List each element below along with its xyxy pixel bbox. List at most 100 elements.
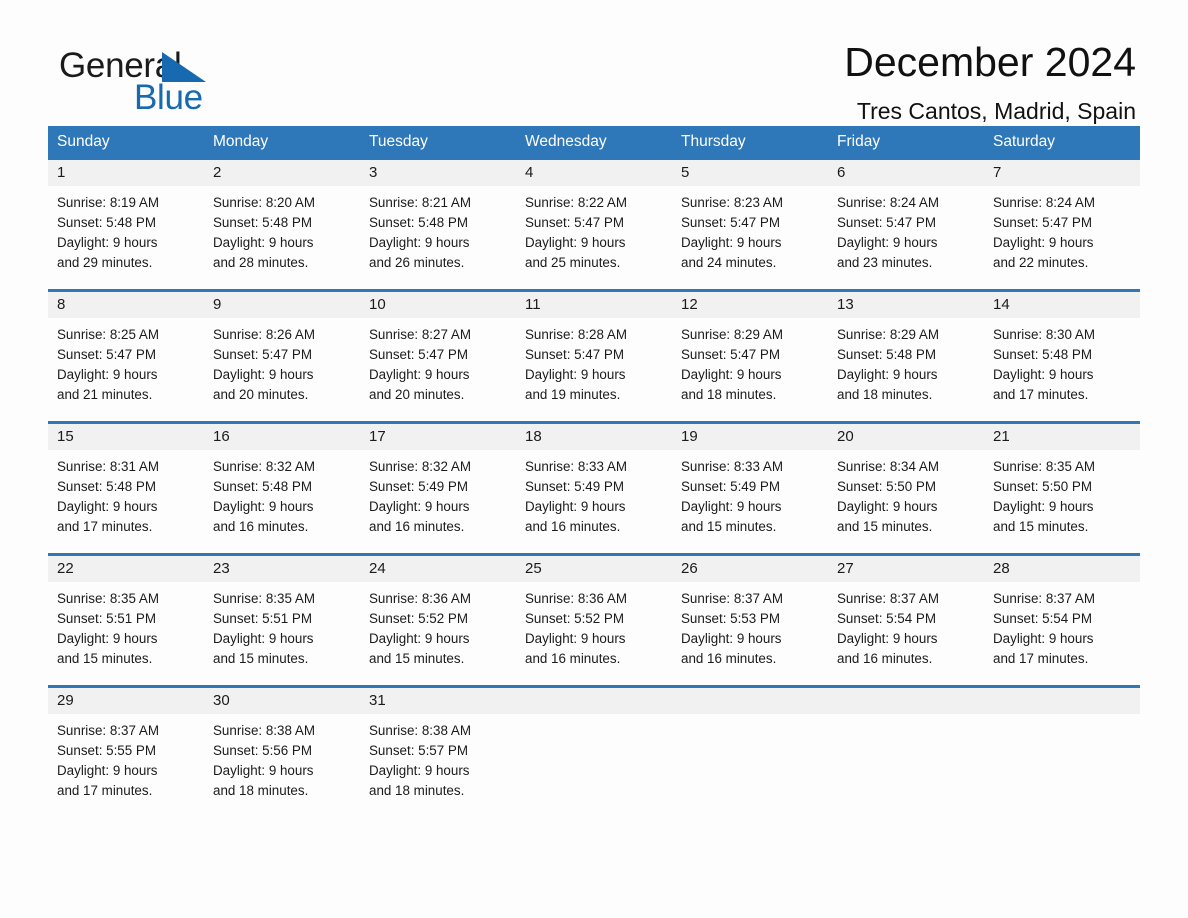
daylight-text-line1: Daylight: 9 hours	[213, 499, 314, 514]
day-number	[672, 688, 828, 714]
daylight-text-line1: Daylight: 9 hours	[213, 763, 314, 778]
calendar-day-cell-empty	[516, 688, 672, 817]
calendar-day-cell[interactable]: 31 Sunrise: 8:38 AM Sunset: 5:57 PM Dayl…	[360, 688, 516, 817]
day-number	[828, 688, 984, 714]
calendar-day-cell[interactable]: 18 Sunrise: 8:33 AM Sunset: 5:49 PM Dayl…	[516, 424, 672, 553]
calendar-day-cell[interactable]: 20 Sunrise: 8:34 AM Sunset: 5:50 PM Dayl…	[828, 424, 984, 553]
sunset-text: Sunset: 5:57 PM	[369, 743, 468, 758]
sunrise-text: Sunrise: 8:35 AM	[57, 591, 159, 606]
calendar-day-cell-empty	[984, 688, 1140, 817]
calendar-day-cell[interactable]: 12 Sunrise: 8:29 AM Sunset: 5:47 PM Dayl…	[672, 292, 828, 421]
calendar-day-cell[interactable]: 7 Sunrise: 8:24 AM Sunset: 5:47 PM Dayli…	[984, 160, 1140, 289]
calendar-day-cell[interactable]: 8 Sunrise: 8:25 AM Sunset: 5:47 PM Dayli…	[48, 292, 204, 421]
daylight-text-line2: and 28 minutes.	[213, 255, 309, 270]
calendar-day-cell[interactable]: 30 Sunrise: 8:38 AM Sunset: 5:56 PM Dayl…	[204, 688, 360, 817]
sunrise-text: Sunrise: 8:26 AM	[213, 327, 315, 342]
calendar-day-cell[interactable]: 10 Sunrise: 8:27 AM Sunset: 5:47 PM Dayl…	[360, 292, 516, 421]
sunset-text: Sunset: 5:47 PM	[213, 347, 312, 362]
daylight-text-line1: Daylight: 9 hours	[993, 631, 1094, 646]
daylight-text-line1: Daylight: 9 hours	[681, 631, 782, 646]
calendar-day-cell[interactable]: 13 Sunrise: 8:29 AM Sunset: 5:48 PM Dayl…	[828, 292, 984, 421]
weekday-friday: Friday	[837, 133, 881, 150]
day-details: Sunrise: 8:29 AM Sunset: 5:48 PM Dayligh…	[828, 318, 984, 405]
calendar-day-cell[interactable]: 23 Sunrise: 8:35 AM Sunset: 5:51 PM Dayl…	[204, 556, 360, 685]
sunset-text: Sunset: 5:47 PM	[681, 347, 780, 362]
day-details: Sunrise: 8:32 AM Sunset: 5:48 PM Dayligh…	[204, 450, 360, 537]
daylight-text-line1: Daylight: 9 hours	[993, 499, 1094, 514]
day-number: 23	[204, 556, 360, 582]
calendar-day-cell[interactable]: 21 Sunrise: 8:35 AM Sunset: 5:50 PM Dayl…	[984, 424, 1140, 553]
calendar-day-cell[interactable]: 14 Sunrise: 8:30 AM Sunset: 5:48 PM Dayl…	[984, 292, 1140, 421]
calendar-day-cell[interactable]: 22 Sunrise: 8:35 AM Sunset: 5:51 PM Dayl…	[48, 556, 204, 685]
calendar-day-cell[interactable]: 25 Sunrise: 8:36 AM Sunset: 5:52 PM Dayl…	[516, 556, 672, 685]
calendar-day-cell[interactable]: 2 Sunrise: 8:20 AM Sunset: 5:48 PM Dayli…	[204, 160, 360, 289]
weekday-wednesday: Wednesday	[525, 133, 607, 150]
day-details: Sunrise: 8:35 AM Sunset: 5:50 PM Dayligh…	[984, 450, 1140, 537]
daylight-text-line2: and 15 minutes.	[213, 651, 309, 666]
daylight-text-line1: Daylight: 9 hours	[837, 499, 938, 514]
day-details: Sunrise: 8:32 AM Sunset: 5:49 PM Dayligh…	[360, 450, 516, 537]
sunrise-text: Sunrise: 8:21 AM	[369, 195, 471, 210]
calendar-day-cell[interactable]: 9 Sunrise: 8:26 AM Sunset: 5:47 PM Dayli…	[204, 292, 360, 421]
calendar-day-cell[interactable]: 5 Sunrise: 8:23 AM Sunset: 5:47 PM Dayli…	[672, 160, 828, 289]
sunrise-text: Sunrise: 8:19 AM	[57, 195, 159, 210]
day-number: 9	[204, 292, 360, 318]
day-details: Sunrise: 8:35 AM Sunset: 5:51 PM Dayligh…	[204, 582, 360, 669]
day-number: 8	[48, 292, 204, 318]
daylight-text-line2: and 15 minutes.	[837, 519, 933, 534]
sunrise-text: Sunrise: 8:23 AM	[681, 195, 783, 210]
calendar-week-row: 15 Sunrise: 8:31 AM Sunset: 5:48 PM Dayl…	[48, 421, 1140, 553]
calendar-day-cell[interactable]: 3 Sunrise: 8:21 AM Sunset: 5:48 PM Dayli…	[360, 160, 516, 289]
daylight-text-line2: and 23 minutes.	[837, 255, 933, 270]
page-header: General Blue December 2024 Tres Cantos, …	[48, 0, 1140, 124]
sunset-text: Sunset: 5:48 PM	[57, 479, 156, 494]
weekday-tuesday: Tuesday	[369, 133, 428, 150]
calendar-page: General Blue December 2024 Tres Cantos, …	[0, 0, 1188, 918]
calendar-day-cell[interactable]: 6 Sunrise: 8:24 AM Sunset: 5:47 PM Dayli…	[828, 160, 984, 289]
sunset-text: Sunset: 5:56 PM	[213, 743, 312, 758]
calendar-table: Sunday Monday Tuesday Wednesday Thursday…	[48, 126, 1140, 817]
calendar-day-cell[interactable]: 28 Sunrise: 8:37 AM Sunset: 5:54 PM Dayl…	[984, 556, 1140, 685]
day-details: Sunrise: 8:36 AM Sunset: 5:52 PM Dayligh…	[516, 582, 672, 669]
weekday-header-row: Sunday Monday Tuesday Wednesday Thursday…	[48, 126, 1140, 157]
day-number: 18	[516, 424, 672, 450]
daylight-text-line2: and 21 minutes.	[57, 387, 153, 402]
calendar-day-cell[interactable]: 27 Sunrise: 8:37 AM Sunset: 5:54 PM Dayl…	[828, 556, 984, 685]
sunrise-text: Sunrise: 8:36 AM	[369, 591, 471, 606]
daylight-text-line2: and 19 minutes.	[525, 387, 621, 402]
calendar-day-cell[interactable]: 11 Sunrise: 8:28 AM Sunset: 5:47 PM Dayl…	[516, 292, 672, 421]
day-number: 22	[48, 556, 204, 582]
day-number: 27	[828, 556, 984, 582]
title-block: December 2024 Tres Cantos, Madrid, Spain	[844, 38, 1136, 124]
calendar-day-cell[interactable]: 16 Sunrise: 8:32 AM Sunset: 5:48 PM Dayl…	[204, 424, 360, 553]
calendar-day-cell[interactable]: 19 Sunrise: 8:33 AM Sunset: 5:49 PM Dayl…	[672, 424, 828, 553]
brand-logo[interactable]: General Blue	[59, 48, 319, 116]
calendar-day-cell-empty	[828, 688, 984, 817]
daylight-text-line2: and 17 minutes.	[57, 519, 153, 534]
day-number: 16	[204, 424, 360, 450]
day-details: Sunrise: 8:38 AM Sunset: 5:56 PM Dayligh…	[204, 714, 360, 801]
sunrise-text: Sunrise: 8:25 AM	[57, 327, 159, 342]
day-details: Sunrise: 8:33 AM Sunset: 5:49 PM Dayligh…	[516, 450, 672, 537]
sunrise-text: Sunrise: 8:24 AM	[837, 195, 939, 210]
calendar-day-cell[interactable]: 1 Sunrise: 8:19 AM Sunset: 5:48 PM Dayli…	[48, 160, 204, 289]
calendar-day-cell[interactable]: 15 Sunrise: 8:31 AM Sunset: 5:48 PM Dayl…	[48, 424, 204, 553]
calendar-day-cell[interactable]: 17 Sunrise: 8:32 AM Sunset: 5:49 PM Dayl…	[360, 424, 516, 553]
sunset-text: Sunset: 5:49 PM	[525, 479, 624, 494]
day-details: Sunrise: 8:24 AM Sunset: 5:47 PM Dayligh…	[828, 186, 984, 273]
calendar-day-cell[interactable]: 29 Sunrise: 8:37 AM Sunset: 5:55 PM Dayl…	[48, 688, 204, 817]
daylight-text-line2: and 17 minutes.	[57, 783, 153, 798]
sunrise-text: Sunrise: 8:32 AM	[369, 459, 471, 474]
sunrise-text: Sunrise: 8:33 AM	[525, 459, 627, 474]
calendar-day-cell[interactable]: 26 Sunrise: 8:37 AM Sunset: 5:53 PM Dayl…	[672, 556, 828, 685]
sunset-text: Sunset: 5:47 PM	[525, 347, 624, 362]
calendar-week-row: 22 Sunrise: 8:35 AM Sunset: 5:51 PM Dayl…	[48, 553, 1140, 685]
sunset-text: Sunset: 5:48 PM	[837, 347, 936, 362]
calendar-day-cell[interactable]: 24 Sunrise: 8:36 AM Sunset: 5:52 PM Dayl…	[360, 556, 516, 685]
sunset-text: Sunset: 5:47 PM	[57, 347, 156, 362]
day-details: Sunrise: 8:35 AM Sunset: 5:51 PM Dayligh…	[48, 582, 204, 669]
day-details: Sunrise: 8:27 AM Sunset: 5:47 PM Dayligh…	[360, 318, 516, 405]
calendar-day-cell[interactable]: 4 Sunrise: 8:22 AM Sunset: 5:47 PM Dayli…	[516, 160, 672, 289]
daylight-text-line2: and 26 minutes.	[369, 255, 465, 270]
daylight-text-line1: Daylight: 9 hours	[213, 235, 314, 250]
